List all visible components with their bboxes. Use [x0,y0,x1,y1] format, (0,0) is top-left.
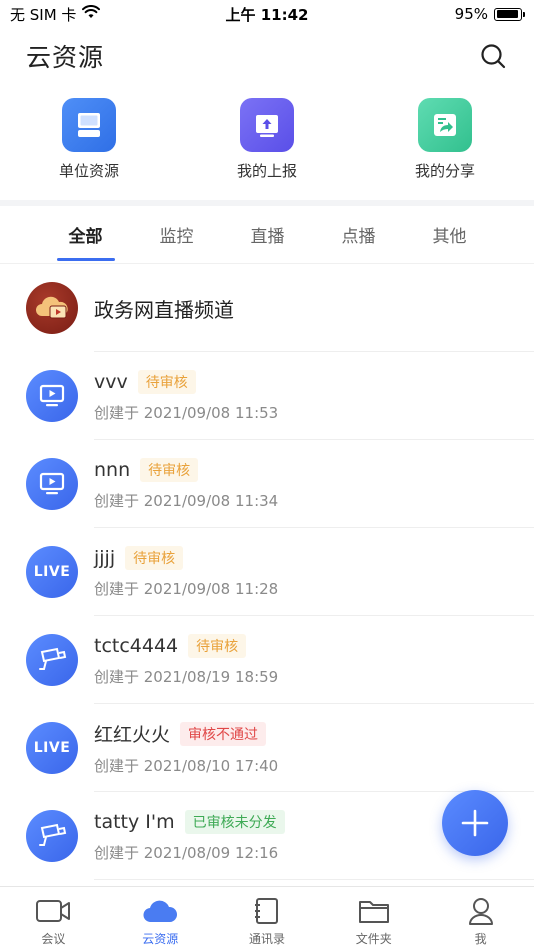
nav-item-me[interactable]: 我 [427,887,534,950]
list-item-created: 创建于 2021/08/10 17:40 [94,757,279,775]
tab-vod[interactable]: 点播 [313,206,404,263]
nav-label: 文件夹 [355,932,392,946]
battery-fill [496,10,519,18]
battery-icon [494,7,525,21]
nav-item-contacts[interactable]: 通讯录 [214,887,321,950]
screen-play-icon [26,458,78,510]
tab-monitor[interactable]: 监控 [131,206,222,263]
live-icon-text: LIVE [33,564,71,580]
list-item[interactable]: 政务网直播频道 [0,264,534,352]
list-item-top: nnn 待审核 [94,457,278,482]
camera-icon [26,634,78,686]
camera-icon [26,810,78,862]
list-item-name: 政务网直播频道 [94,297,234,322]
wifi-icon [82,5,101,23]
resource-list: 政务网直播频道 vvv 待审核 创建于 2021/09/08 11:53 nnn… [0,264,534,880]
battery-percent: 95% [454,5,488,23]
plus-icon [461,809,489,837]
list-item[interactable]: vvv 待审核 创建于 2021/09/08 11:53 [0,352,534,440]
quick-entry-unit-resources[interactable]: 单位资源 [0,98,178,188]
nav-label: 云资源 [142,932,179,946]
status-badge: 待审核 [140,457,199,482]
status-left: 无 SIM 卡 [10,4,101,25]
header: 云资源 [0,36,534,76]
list-item-body: 红红火火 审核不通过 创建于 2021/08/10 17:40 [94,720,278,776]
status-badge: 待审核 [188,633,247,658]
quick-entry-label: 我的分享 [414,162,475,180]
quick-entry-my-shares[interactable]: 我的分享 [356,98,534,188]
storage-icon [62,98,116,152]
screen-play-icon [26,370,78,422]
list-item-created: 创建于 2021/09/08 11:34 [94,491,279,510]
list-item-created: 创建于 2021/09/08 11:53 [94,403,279,422]
status-right: 95% [454,5,525,23]
quick-entries: 单位资源 我的上报 我的分享 [0,98,534,188]
list-item[interactable]: tctc4444 待审核 创建于 2021/08/19 18:59 [0,616,534,704]
list-item-created: 创建于 2021/08/09 12:16 [94,843,279,862]
status-badge: 待审核 [137,369,196,394]
list-item-name: 红红火火 [94,724,171,746]
list-item-top: tctc4444 待审核 [94,633,278,658]
nav-item-cloud[interactable]: 云资源 [107,887,214,950]
list-item-name: vvv [94,370,128,393]
list-item-body: tatty I'm 已审核未分发 创建于 2021/08/09 12:16 [94,809,285,863]
contacts-icon [249,895,285,927]
bottom-nav: 会议 云资源 通讯录 文件夹 我 [0,886,534,950]
list-item-name: tatty I'm [94,810,175,833]
add-resource-button[interactable] [442,790,508,856]
tab-all[interactable]: 全部 [40,206,131,263]
quick-entry-label: 我的上报 [236,162,297,180]
live-icon: LIVE [26,546,78,598]
carrier-label: 无 SIM 卡 [10,5,77,24]
list-item-name: tctc4444 [94,634,179,657]
upload-icon [240,98,294,152]
tab-other[interactable]: 其他 [404,206,495,263]
list-item[interactable]: LIVE 红红火火 审核不通过 创建于 2021/08/10 17:40 [0,704,534,792]
nav-label: 会议 [41,932,66,946]
status-bar: 无 SIM 卡 上午 11:42 95% [0,0,534,28]
search-button[interactable] [478,41,508,71]
list-item-created: 创建于 2021/08/19 18:59 [94,667,279,686]
quick-entry-my-reports[interactable]: 我的上报 [178,98,356,188]
page-title: 云资源 [26,43,105,72]
list-item[interactable]: nnn 待审核 创建于 2021/09/08 11:34 [0,440,534,528]
list-item[interactable]: LIVE jjjj 待审核 创建于 2021/09/08 11:28 [0,528,534,616]
tab-live[interactable]: 直播 [222,206,313,263]
nav-item-meeting[interactable]: 会议 [0,887,107,950]
list-item-top: tatty I'm 已审核未分发 [94,809,285,834]
status-badge: 待审核 [125,545,184,570]
quick-entry-label: 单位资源 [58,162,119,180]
list-item-top: jjjj 待审核 [94,545,278,570]
nav-item-folder[interactable]: 文件夹 [320,887,427,950]
list-item-body: jjjj 待审核 创建于 2021/09/08 11:28 [94,545,279,599]
cloud-icon [142,895,178,927]
share-icon [418,98,472,152]
list-item-top: vvv 待审核 [94,369,278,394]
live-icon-text: LIVE [33,740,71,756]
nav-label: 我 [474,932,487,946]
list-item-name: jjjj [94,546,116,569]
list-item-created: 创建于 2021/09/08 11:28 [94,579,279,598]
category-tabs: 全部 监控 直播 点播 其他 [0,206,534,264]
list-item-body: nnn 待审核 创建于 2021/09/08 11:34 [94,457,279,511]
nav-label: 通讯录 [248,932,285,946]
cloud-video-icon [26,282,78,334]
live-icon: LIVE [26,722,78,774]
status-badge: 审核不通过 [180,721,267,746]
list-item-body: tctc4444 待审核 创建于 2021/08/19 18:59 [94,633,279,687]
video-camera-icon [35,895,71,927]
folder-icon [356,895,392,927]
search-icon [481,44,506,69]
list-item-body: vvv 待审核 创建于 2021/09/08 11:53 [94,369,279,423]
list-item-body: 政务网直播频道 [94,294,234,323]
user-icon [463,895,499,927]
status-badge: 已审核未分发 [184,809,285,834]
list-item-name: nnn [94,458,131,481]
list-item-top: 红红火火 审核不通过 [94,720,278,747]
